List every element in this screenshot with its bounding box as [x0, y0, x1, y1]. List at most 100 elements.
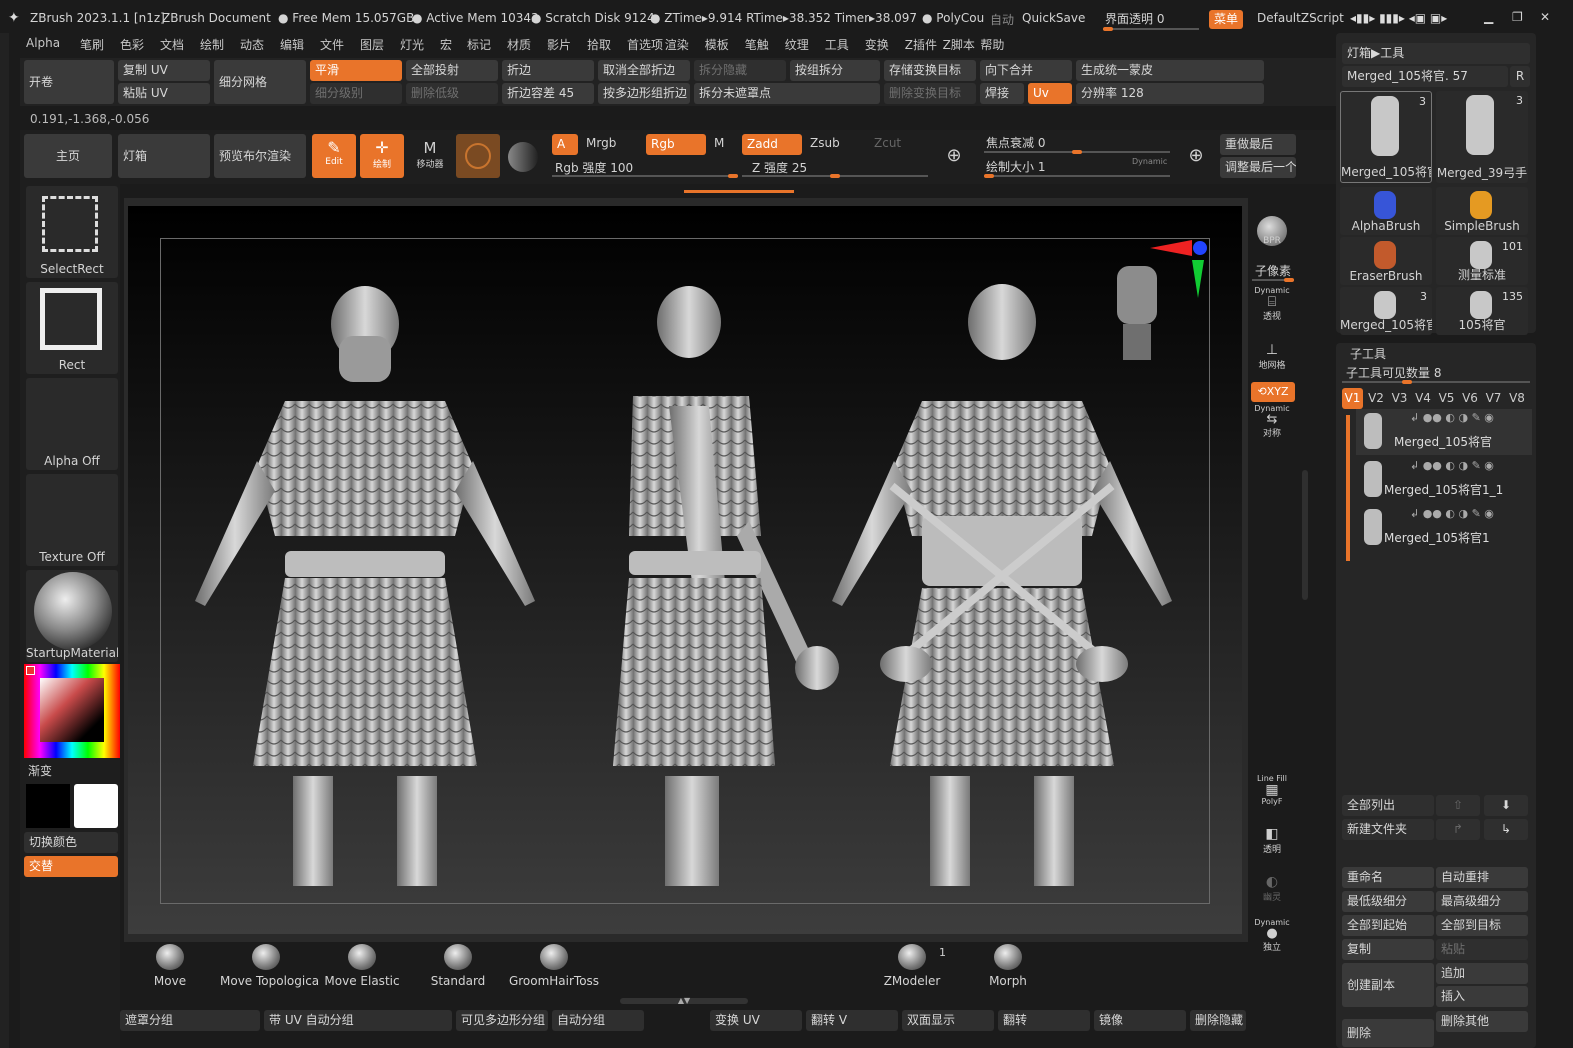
insert-button[interactable]: 插入: [1436, 986, 1528, 1007]
color-sphere-button[interactable]: [506, 140, 540, 174]
version-tab-v7[interactable]: V7: [1483, 388, 1504, 409]
a-toggle[interactable]: A: [552, 134, 578, 155]
draw-button[interactable]: ✛ 绘制: [360, 134, 404, 178]
menu-item[interactable]: 宏: [440, 36, 452, 53]
delete-lower-button[interactable]: 删除低级: [406, 83, 498, 104]
menu-item[interactable]: 工具: [825, 36, 849, 53]
lightbox-tool-button[interactable]: 灯箱▶工具: [1342, 43, 1530, 64]
move-button[interactable]: M 移动器: [408, 134, 452, 178]
material-button[interactable]: StartupMaterial: [26, 570, 118, 662]
unify-skin-button[interactable]: 生成统一蒙皮: [1076, 60, 1264, 81]
all-to-start-button[interactable]: 全部到起始: [1342, 915, 1434, 936]
menu-item[interactable]: 笔刷: [80, 36, 104, 53]
split-hidden-button[interactable]: 拆分隐藏: [694, 60, 786, 81]
stroke-d-button[interactable]: ⊕: [1178, 138, 1214, 174]
all-to-target-button[interactable]: 全部到目标: [1436, 915, 1528, 936]
polyframe-button[interactable]: Line Fill ▦ PolyF: [1250, 774, 1294, 816]
r-button[interactable]: R: [1510, 66, 1530, 87]
menu-item[interactable]: 图层: [360, 36, 384, 53]
bottom-bar-button[interactable]: 镜像: [1094, 1010, 1186, 1031]
paste-button[interactable]: 粘贴: [1436, 939, 1528, 960]
list-all-button[interactable]: 全部列出: [1342, 795, 1434, 816]
version-tab-v6[interactable]: V6: [1460, 388, 1481, 409]
bottom-bar-button[interactable]: 可见多边形分组: [456, 1010, 548, 1031]
layout-icons[interactable]: ◂▮▮▸ ▮▮▮▸ ◂▣ ▣▸: [1350, 11, 1447, 25]
brush-move-elastic[interactable]: Move Elastic: [316, 942, 408, 994]
transparency-button[interactable]: ◧ 透明: [1250, 826, 1294, 862]
tool-thumbnail[interactable]: 101 测量标准: [1436, 237, 1528, 285]
uv-toggle[interactable]: Uv: [1028, 83, 1072, 104]
close-icon[interactable]: ✕: [1540, 10, 1550, 24]
menu-item[interactable]: 材质: [507, 36, 531, 53]
subtool-controls-icons[interactable]: ↲ ●● ◐ ◑ ✎ ◉: [1410, 411, 1494, 424]
perspective-button[interactable]: Dynamic ⌸ 透视: [1250, 286, 1294, 326]
version-tab-v4[interactable]: V4: [1413, 388, 1434, 409]
crease-polygroups-button[interactable]: 按多边形组折边: [598, 83, 690, 104]
orientation-head-gizmo[interactable]: [1117, 266, 1157, 360]
menu-item[interactable]: 影片: [547, 36, 571, 53]
ui-transparency-slider[interactable]: 界面透明 0: [1105, 10, 1164, 27]
brush-zmodeler[interactable]: ZModeler 1: [866, 942, 958, 994]
bottom-bar-button[interactable]: 自动分组: [552, 1010, 644, 1031]
menu-item[interactable]: 帮助: [980, 36, 1004, 53]
brush-morph[interactable]: Morph: [962, 942, 1054, 994]
select-rect-button[interactable]: SelectRect: [26, 186, 118, 278]
menu-item[interactable]: 拾取: [587, 36, 611, 53]
crease-tolerance-slider[interactable]: 折边容差 45: [502, 83, 594, 104]
current-tool-slider[interactable]: Merged_105将官. 57: [1342, 66, 1508, 87]
menu-item[interactable]: 动态: [240, 36, 264, 53]
resolution-slider[interactable]: 分辨率 128: [1076, 83, 1264, 104]
group-split-button[interactable]: 按组拆分: [790, 60, 880, 81]
folder-up-button[interactable]: ↱: [1436, 819, 1480, 840]
menu-button[interactable]: 菜单: [1209, 10, 1244, 29]
ui-transparency-track[interactable]: [1103, 27, 1199, 31]
delete-button[interactable]: 删除: [1342, 1019, 1434, 1047]
zcut-toggle[interactable]: Zcut: [874, 136, 901, 150]
secondary-color-swatch[interactable]: [74, 784, 118, 828]
delete-other-button[interactable]: 删除其他: [1436, 1011, 1528, 1032]
subdiv-level-slider[interactable]: 细分级别: [310, 83, 402, 104]
menu-item[interactable]: 标记: [467, 36, 491, 53]
symmetry-button[interactable]: Dynamic ⇆ 对称: [1250, 404, 1294, 444]
tool-thumbnail[interactable]: 3 Merged_39弓手: [1436, 91, 1528, 183]
tool-thumbnail[interactable]: 3 Merged_105将官: [1340, 91, 1432, 183]
mrgb-toggle[interactable]: Mrgb: [586, 136, 616, 150]
copy-uv-button[interactable]: 复制 UV: [118, 60, 210, 81]
alpha-off-button[interactable]: Alpha Off: [26, 378, 118, 470]
toolbar-scroll-indicator[interactable]: [684, 190, 794, 193]
lightbox-button[interactable]: 灯箱: [118, 134, 210, 178]
brush-standard[interactable]: Standard: [412, 942, 504, 994]
zadd-toggle[interactable]: Zadd: [742, 134, 802, 155]
brush-move-topologica[interactable]: Move Topologica: [220, 942, 319, 994]
append-button[interactable]: 追加: [1436, 963, 1528, 984]
menu-item[interactable]: 灯光: [400, 36, 424, 53]
redo-last-button[interactable]: 重做最后: [1220, 134, 1296, 155]
menu-item[interactable]: 首选项: [627, 36, 663, 53]
color-picker[interactable]: [24, 664, 120, 758]
store-morph-button[interactable]: 存储变换目标: [884, 60, 976, 81]
smooth-toggle[interactable]: 平滑: [310, 60, 402, 81]
bottom-shelf-scroll[interactable]: ▲▼: [620, 997, 748, 1005]
solo-button[interactable]: Dynamic ● 独立: [1250, 918, 1294, 960]
z-intensity-slider[interactable]: Z 强度 25: [752, 159, 807, 176]
menu-item[interactable]: 渲染: [665, 36, 689, 53]
new-folder-button[interactable]: 新建文件夹: [1342, 819, 1434, 840]
tool-thumbnail[interactable]: 135 105将官: [1436, 287, 1528, 335]
copy-button[interactable]: 复制: [1342, 939, 1434, 960]
xyz-toggle[interactable]: ⟲XYZ: [1251, 382, 1295, 402]
minimize-icon[interactable]: ▁: [1484, 10, 1493, 24]
default-zscript[interactable]: DefaultZScript: [1257, 11, 1344, 25]
bottom-bar-button[interactable]: 双面显示: [902, 1010, 994, 1031]
open-button[interactable]: 开卷: [24, 60, 114, 104]
axis-gizmo[interactable]: [1150, 240, 1207, 298]
rename-button[interactable]: 重命名: [1342, 867, 1434, 888]
menu-item[interactable]: 色彩: [120, 36, 144, 53]
alternate-button[interactable]: 交替: [24, 856, 118, 877]
menu-item[interactable]: 变换: [865, 36, 889, 53]
move-up-button[interactable]: ⇧: [1436, 795, 1480, 816]
menu-item[interactable]: 文件: [320, 36, 344, 53]
z-intensity-track[interactable]: [742, 174, 928, 178]
auto-reorder-button[interactable]: 自动重排: [1436, 867, 1528, 888]
subtool-controls-icons[interactable]: ↲ ●● ◐ ◑ ✎ ◉: [1410, 507, 1494, 520]
gradient-label[interactable]: 渐变: [28, 762, 52, 779]
